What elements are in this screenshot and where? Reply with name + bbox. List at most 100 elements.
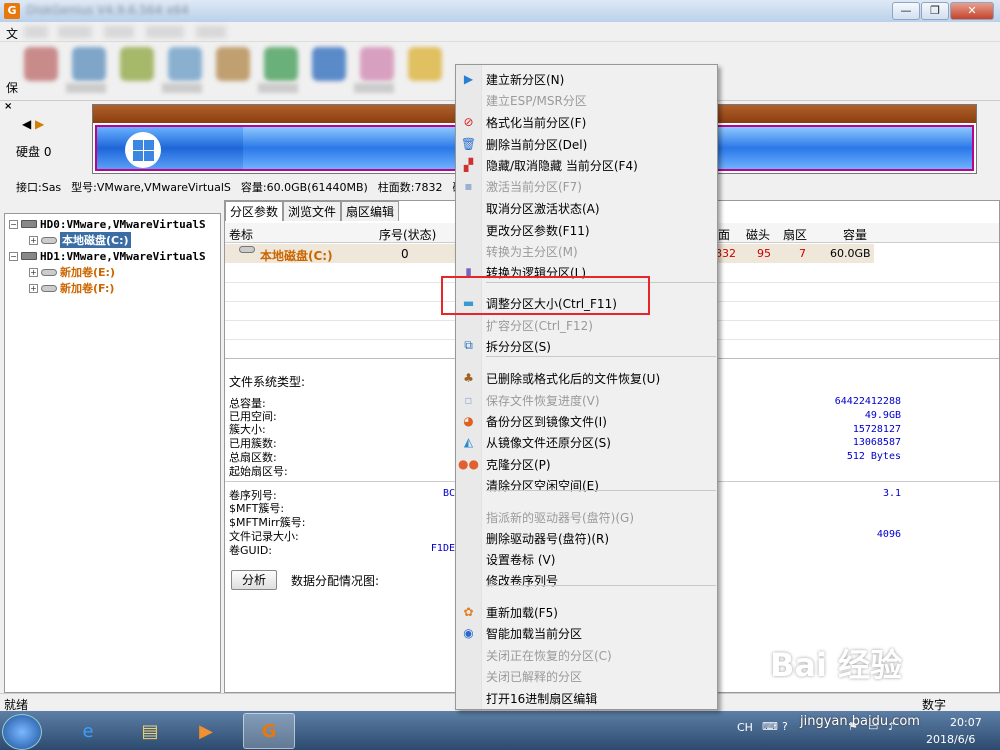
reload-icon: ✿ — [463, 604, 474, 619]
menu-item: ▫ 保存文件恢复进度(V) — [456, 389, 717, 410]
media-player-icon[interactable]: ▶ — [180, 713, 232, 749]
tree-item-c[interactable]: + 本地磁盘(C:) — [29, 232, 131, 248]
tree-item-f[interactable]: + 新加卷(F:) — [29, 280, 114, 296]
menu-item[interactable]: ●● 克隆分区(P) — [456, 453, 717, 474]
annotation-highlight-box — [441, 276, 650, 315]
fs-value: 13068587 — [852, 437, 901, 448]
fs-type-label: 文件系统类型: — [229, 375, 306, 389]
menu-item[interactable]: 更改分区参数(F11) — [456, 219, 717, 240]
col-seq[interactable]: 序号(状态) — [379, 226, 436, 243]
save-icon: ▫ — [464, 392, 473, 407]
diskgenius-taskbar-icon[interactable]: G — [243, 713, 295, 749]
row-sectors: 7 — [799, 247, 806, 260]
row-seq: 0 — [401, 247, 409, 261]
tab-browse-files[interactable]: 浏览文件 — [283, 201, 342, 221]
menu-item-blurred[interactable] — [104, 26, 134, 38]
menu-item[interactable]: ▞ 隐藏/取消隐藏 当前分区(F4) — [456, 154, 717, 175]
toolbar-icon[interactable] — [360, 47, 394, 81]
toolbar-icon[interactable] — [24, 47, 58, 81]
analyze-button[interactable]: 分析 — [231, 570, 278, 590]
tree-item-hd0[interactable]: − HD0:VMware,VMwareVirtualS — [9, 216, 206, 232]
prev-disk-icon[interactable]: ◀ — [22, 117, 31, 131]
clock-date[interactable]: 2018/6/6 — [926, 733, 975, 746]
toolbar-icon[interactable] — [72, 47, 106, 81]
menu-item[interactable]: 清除分区空闲空间(E) — [456, 474, 717, 495]
menu-item-label: 格式化当前分区(F) — [486, 116, 587, 130]
backup-icon: ◕ — [463, 413, 474, 428]
detail-tabs: 分区参数 浏览文件 扇区编辑 — [225, 201, 400, 221]
new-partition-icon: ▶ — [463, 71, 474, 86]
menu-item-label: 克隆分区(P) — [486, 458, 551, 472]
help-icon[interactable]: ? — [782, 720, 788, 733]
start-button[interactable] — [2, 714, 42, 750]
expand-icon[interactable]: + — [29, 235, 38, 245]
menu-item-label: 清除分区空闲空间(E) — [486, 479, 599, 493]
close-button[interactable]: ✕ — [950, 2, 994, 20]
menu-item[interactable]: 取消分区激活状态(A) — [456, 197, 717, 218]
menu-item[interactable]: ⊘ 格式化当前分区(F) — [456, 111, 717, 132]
menu-item[interactable]: ◉ 智能加载当前分区 — [456, 622, 717, 643]
menu-item[interactable]: 打开16进制扇区编辑 — [456, 687, 717, 708]
toolbar-icon[interactable] — [168, 47, 202, 81]
col-heads[interactable]: 磁头 — [746, 226, 770, 243]
menu-item-blurred[interactable] — [58, 26, 92, 38]
menu-item-label: 设置卷标 (V) — [486, 553, 556, 567]
menu-item-label: 备份分区到镜像文件(I) — [486, 415, 607, 429]
toolbar-icon[interactable] — [312, 47, 346, 81]
menu-item[interactable]: ⧉ 拆分分区(S) — [456, 335, 717, 356]
tree-item-e[interactable]: + 新加卷(E:) — [29, 264, 115, 280]
menu-item-blurred[interactable] — [196, 26, 226, 38]
next-disk-icon[interactable]: ▶ — [35, 117, 44, 131]
menu-item-blurred[interactable] — [146, 26, 184, 38]
toolbar-save-label[interactable]: 保 — [6, 79, 18, 96]
menu-item[interactable]: 设置卷标 (V) — [456, 548, 717, 569]
clock-time[interactable]: 20:07 — [950, 716, 982, 729]
maximize-button[interactable]: ❐ — [921, 2, 949, 20]
smart-load-icon: ◉ — [463, 625, 474, 640]
menu-item[interactable]: ▶ 建立新分区(N) — [456, 68, 717, 89]
minimize-button[interactable]: — — [892, 2, 920, 20]
fs-label: 卷GUID: — [229, 544, 272, 557]
col-capacity[interactable]: 容量 — [843, 226, 867, 243]
partition-context-menu: ▶ 建立新分区(N) 建立ESP/MSR分区 ⊘ 格式化当前分区(F) 🗑 删除当前分区(D… — [455, 64, 718, 710]
toolbar-icon[interactable] — [120, 47, 154, 81]
expand-icon[interactable]: + — [29, 283, 38, 293]
explorer-icon[interactable]: ▤ — [124, 713, 176, 749]
language-indicator[interactable]: CH — [737, 721, 753, 734]
menu-item-blurred[interactable] — [24, 26, 48, 38]
toolbar-icon[interactable] — [216, 47, 250, 81]
menu-item-label: 删除驱动器号(盘符)(R) — [486, 532, 610, 546]
collapse-icon[interactable]: − — [9, 251, 18, 261]
info-interface: 接口:Sas — [16, 181, 62, 194]
menu-item[interactable]: 🗑 删除当前分区(Del) — [456, 133, 717, 154]
menu-item-label: 修改卷序列号 — [486, 574, 559, 588]
menu-item-label: 隐藏/取消隐藏 当前分区(F4) — [486, 159, 638, 173]
ie-icon[interactable]: e — [62, 713, 114, 749]
menu-item[interactable]: 删除驱动器号(盘符)(R) — [456, 527, 717, 548]
menu-item[interactable]: ◭ 从镜像文件还原分区(S) — [456, 431, 717, 452]
keyboard-icon[interactable]: ⌨ — [762, 720, 778, 733]
expand-icon[interactable]: + — [29, 267, 38, 277]
row-label: 本地磁盘(C:) — [260, 249, 333, 263]
tree-item-hd1[interactable]: − HD1:VMware,VMwareVirtualS — [9, 248, 206, 264]
distribution-label: 数据分配情况图: — [291, 574, 380, 588]
panel-close-icon[interactable]: × — [4, 101, 12, 112]
menu-item[interactable]: 修改卷序列号 — [456, 569, 717, 590]
menu-file[interactable]: 文 — [6, 25, 18, 42]
menu-item[interactable]: ◕ 备份分区到镜像文件(I) — [456, 410, 717, 431]
menu-separator — [486, 585, 716, 586]
col-sectors[interactable]: 扇区 — [783, 226, 807, 243]
menu-item-label: 智能加载当前分区 — [486, 627, 583, 641]
collapse-icon[interactable]: − — [9, 219, 18, 229]
toolbar-icon[interactable] — [408, 47, 442, 81]
tab-partition-params[interactable]: 分区参数 — [225, 201, 284, 221]
menu-item[interactable]: ✿ 重新加载(F5) — [456, 601, 717, 622]
menu-item-label: 打开16进制扇区编辑 — [486, 692, 598, 706]
tab-sector-edit[interactable]: 扇区编辑 — [341, 201, 400, 221]
fs-value: 3.1 — [882, 488, 901, 499]
col-label[interactable]: 卷标 — [229, 226, 253, 243]
menu-item[interactable]: ♣ 已删除或格式化后的文件恢复(U) — [456, 367, 717, 388]
col-face[interactable]: 面 — [718, 226, 730, 243]
toolbar-icon[interactable] — [264, 47, 298, 81]
menu-item: ▪ 激活当前分区(F7) — [456, 175, 717, 196]
